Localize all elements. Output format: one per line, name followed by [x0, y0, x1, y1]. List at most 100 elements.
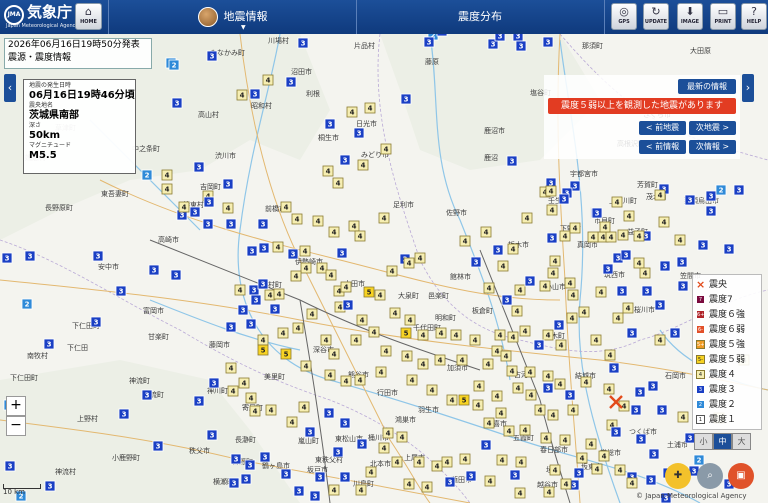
intensity-station[interactable]: 3 — [342, 299, 354, 311]
intensity-station[interactable]: 4 — [414, 252, 426, 264]
intensity-station[interactable]: 3 — [208, 377, 220, 389]
intensity-station[interactable]: 4 — [497, 260, 509, 272]
intensity-station[interactable]: 4 — [542, 329, 554, 341]
intensity-station[interactable]: 3 — [323, 407, 335, 419]
intensity-station[interactable]: 4 — [446, 394, 458, 406]
intensity-station[interactable]: 4 — [605, 231, 617, 243]
home-button[interactable]: ⌂ HOME — [75, 3, 102, 30]
intensity-station[interactable]: 4 — [469, 334, 481, 346]
jma-logo[interactable]: JMA 気象庁 Japan Meteorological Agency — [4, 3, 78, 31]
intensity-station[interactable]: 4 — [431, 460, 443, 472]
intensity-station[interactable]: 4 — [500, 350, 512, 362]
intensity-station[interactable]: 3 — [206, 50, 218, 62]
intensity-station[interactable]: 3 — [558, 193, 570, 205]
intensity-station[interactable]: 5 — [458, 394, 470, 406]
intensity-station[interactable]: 4 — [300, 360, 312, 372]
intensity-station[interactable]: 4 — [585, 438, 597, 450]
intensity-station[interactable]: 4 — [543, 486, 555, 498]
intensity-station[interactable]: 3 — [280, 468, 292, 480]
intensity-station[interactable]: 4 — [507, 243, 519, 255]
intensity-station[interactable]: 4 — [365, 466, 377, 478]
intensity-station[interactable]: 3 — [171, 97, 183, 109]
intensity-station[interactable]: 3 — [423, 36, 435, 48]
intensity-station[interactable]: 3 — [465, 470, 477, 482]
intensity-station[interactable]: 4 — [413, 456, 425, 468]
intensity-station[interactable]: 4 — [227, 385, 239, 397]
intensity-station[interactable]: 3 — [654, 299, 666, 311]
intensity-station[interactable]: 4 — [674, 234, 686, 246]
intensity-station[interactable]: 4 — [320, 334, 332, 346]
intensity-station[interactable]: 3 — [697, 239, 709, 251]
intensity-station[interactable]: 3 — [553, 319, 565, 331]
intensity-station[interactable]: 4 — [396, 431, 408, 443]
intensity-station[interactable]: 3 — [676, 256, 688, 268]
intensity-station[interactable]: 4 — [272, 241, 284, 253]
intensity-station[interactable]: 3 — [269, 303, 281, 315]
intensity-station[interactable]: 4 — [658, 216, 670, 228]
intensity-station[interactable]: 4 — [519, 325, 531, 337]
intensity-station[interactable]: 4 — [325, 269, 337, 281]
intensity-station[interactable]: 3 — [610, 426, 622, 438]
intensity-station[interactable]: 4 — [441, 456, 453, 468]
intensity-station[interactable]: 3 — [546, 232, 558, 244]
intensity-station[interactable]: 3 — [287, 248, 299, 260]
intensity-station[interactable]: 4 — [521, 212, 533, 224]
intensity-station[interactable]: 3 — [620, 249, 632, 261]
intensity-station[interactable]: 5 — [257, 344, 269, 356]
intensity-station[interactable]: 3 — [170, 269, 182, 281]
intensity-station[interactable]: 4 — [491, 390, 503, 402]
intensity-station[interactable]: 3 — [240, 473, 252, 485]
zoom-out-button[interactable]: − — [6, 416, 26, 436]
intensity-station[interactable]: 4 — [595, 286, 607, 298]
intensity-station[interactable]: 3 — [152, 440, 164, 452]
intensity-station[interactable]: 4 — [560, 478, 572, 490]
intensity-station[interactable]: 4 — [417, 329, 429, 341]
intensity-station[interactable]: 3 — [509, 469, 521, 481]
intensity-station[interactable]: 4 — [511, 305, 523, 317]
intensity-station[interactable]: 4 — [569, 222, 581, 234]
intensity-station[interactable]: 4 — [539, 280, 551, 292]
intensity-station[interactable]: 3 — [684, 194, 696, 206]
intensity-station[interactable]: 5 — [280, 348, 292, 360]
intensity-station[interactable]: 3 — [630, 404, 642, 416]
intensity-station[interactable]: 3 — [480, 439, 492, 451]
intensity-station[interactable]: 4 — [286, 416, 298, 428]
zoom-in-button[interactable]: + — [6, 396, 26, 416]
intensity-station[interactable]: 4 — [503, 425, 515, 437]
intensity-station[interactable]: 4 — [617, 229, 629, 241]
intensity-station[interactable]: 3 — [237, 304, 249, 316]
intensity-station[interactable]: 4 — [434, 354, 446, 366]
intensity-station[interactable]: 4 — [633, 230, 645, 242]
intensity-station[interactable]: 2 — [715, 184, 727, 196]
intensity-station[interactable]: 4 — [590, 334, 602, 346]
intensity-station[interactable]: 3 — [573, 467, 585, 479]
intensity-station[interactable]: 4 — [262, 74, 274, 86]
intensity-station[interactable]: 4 — [380, 143, 392, 155]
intensity-station[interactable]: 4 — [567, 289, 579, 301]
intensity-station[interactable]: 4 — [598, 450, 610, 462]
intensity-station[interactable]: 4 — [306, 308, 318, 320]
intensity-station[interactable]: 3 — [249, 88, 261, 100]
size-medium-button[interactable]: 中 — [713, 433, 732, 450]
intensity-station[interactable]: 3 — [648, 448, 660, 460]
intensity-station[interactable]: 4 — [291, 213, 303, 225]
intensity-station[interactable]: 4 — [525, 389, 537, 401]
intensity-station[interactable]: 4 — [472, 399, 484, 411]
intensity-station[interactable]: 4 — [280, 201, 292, 213]
intensity-station[interactable]: 3 — [297, 37, 309, 49]
intensity-station[interactable]: 4 — [332, 177, 344, 189]
intensity-station[interactable]: 3 — [193, 395, 205, 407]
intensity-station[interactable]: 3 — [314, 471, 326, 483]
intensity-station[interactable]: 4 — [435, 327, 447, 339]
intensity-station[interactable]: 3 — [141, 389, 153, 401]
intensity-station[interactable]: 4 — [534, 404, 546, 416]
intensity-station[interactable]: 5 — [400, 327, 412, 339]
intensity-station[interactable]: 4 — [547, 267, 559, 279]
intensity-station[interactable]: 4 — [515, 456, 527, 468]
intensity-station[interactable]: 4 — [264, 289, 276, 301]
intensity-station[interactable]: 4 — [483, 282, 495, 294]
intensity-station[interactable]: 3 — [259, 451, 271, 463]
prev-panel-arrow[interactable]: ‹ — [4, 74, 16, 102]
intensity-station[interactable]: 4 — [524, 366, 536, 378]
intensity-station[interactable]: 2 — [141, 169, 153, 181]
